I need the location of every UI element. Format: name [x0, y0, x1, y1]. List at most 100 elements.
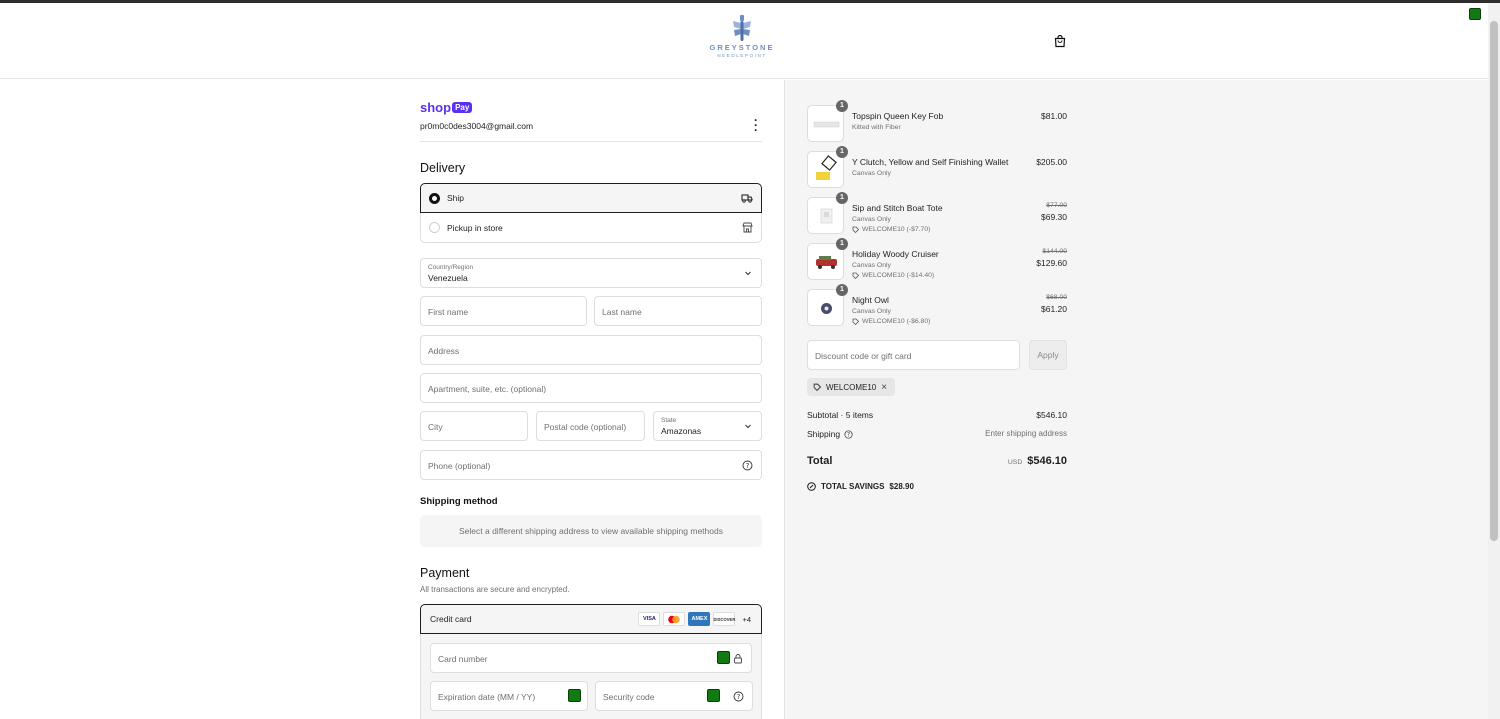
country-select[interactable]: Country/Region Venezuela	[420, 258, 762, 288]
state-select[interactable]: State Amazonas	[653, 411, 762, 441]
first-name-placeholder: First name	[428, 307, 469, 317]
item-variant: Canvas Only	[852, 308, 891, 315]
credit-card-option[interactable]: Credit card VISA AMEX DISCOVER +4	[420, 604, 762, 634]
item-price: $205.00	[1036, 157, 1067, 167]
shipping-label: Shipping	[807, 429, 841, 439]
remove-discount-icon[interactable]: ×	[881, 382, 887, 393]
lock-icon	[734, 654, 742, 664]
shipping-method-notice: Select a different shipping address to v…	[420, 515, 762, 547]
tag-icon	[852, 318, 859, 325]
help-icon[interactable]: ?	[742, 460, 753, 471]
item-original-price: $77.00	[1046, 202, 1067, 209]
address-field[interactable]: Address	[420, 335, 762, 365]
address-placeholder: Address	[428, 346, 460, 356]
security-code-placeholder: Security code	[603, 692, 655, 702]
store-icon	[742, 222, 753, 233]
ship-radio[interactable]	[429, 192, 440, 204]
postal-code-field[interactable]: Postal code (optional)	[536, 411, 645, 441]
overlay-marker	[717, 651, 730, 664]
last-name-placeholder: Last name	[602, 307, 642, 317]
item-price: $81.00	[1041, 111, 1067, 121]
last-name-field[interactable]: Last name	[594, 296, 762, 326]
line-item: 1 Topspin Queen Key Fob Kitted with Fibe…	[807, 100, 1069, 143]
overlay-marker	[568, 689, 581, 702]
card-brand-icons: VISA AMEX DISCOVER +4	[638, 612, 751, 626]
delivery-option-pickup[interactable]: Pickup in store	[420, 213, 762, 243]
card-number-placeholder: Card number	[438, 654, 488, 664]
apartment-placeholder: Apartment, suite, etc. (optional)	[428, 384, 547, 394]
payment-subtitle: All transactions are secure and encrypte…	[420, 585, 570, 594]
city-field[interactable]: City	[420, 411, 528, 441]
discount-code-input[interactable]: Discount code or gift card	[807, 340, 1020, 370]
tag-icon	[852, 272, 859, 279]
line-item: 1 Sip and Stitch Boat Tote Canvas Only W…	[807, 192, 1069, 235]
expiration-placeholder: Expiration date (MM / YY)	[438, 692, 536, 702]
page-scrollbar[interactable]	[1488, 3, 1500, 719]
brand-name: GREYSTONE	[709, 43, 775, 52]
postal-code-placeholder: Postal code (optional)	[544, 422, 627, 432]
payment-heading: Payment	[420, 566, 470, 580]
tag-icon	[813, 383, 821, 391]
quantity-badge: 1	[836, 146, 848, 158]
delivery-option-ship[interactable]: Ship	[420, 183, 762, 213]
discount-code-placeholder: Discount code or gift card	[815, 351, 912, 361]
discount-text: WELCOME10 (-$7.70)	[862, 226, 931, 233]
quantity-badge: 1	[836, 100, 848, 112]
expiration-date-field[interactable]: Expiration date (MM / YY)	[430, 681, 588, 711]
quantity-badge: 1	[836, 192, 848, 204]
help-icon[interactable]: ?	[844, 429, 853, 439]
scrollbar-thumb[interactable]	[1490, 21, 1498, 541]
item-price: $69.30	[1041, 212, 1067, 222]
shipping-row: Shipping ?	[807, 429, 853, 439]
total-savings: TOTAL SAVINGS $28.90	[807, 482, 914, 491]
country-label: Country/Region	[428, 264, 474, 271]
first-name-field[interactable]: First name	[420, 296, 587, 326]
apartment-field[interactable]: Apartment, suite, etc. (optional)	[420, 373, 762, 403]
discount-text: WELCOME10 (-$14.40)	[862, 272, 935, 279]
state-label: State	[661, 417, 677, 424]
tag-icon	[852, 226, 859, 233]
pickup-label: Pickup in store	[447, 222, 503, 233]
card-number-field[interactable]: Card number	[430, 643, 752, 673]
apply-button[interactable]: Apply	[1029, 340, 1067, 370]
card-details-panel: Card number Expiration date (MM / YY) Se…	[420, 634, 762, 719]
item-variant: Canvas Only	[852, 262, 891, 269]
brand-subtitle: NEEDLEPOINT	[717, 53, 767, 58]
chevron-down-icon	[745, 424, 751, 429]
shopping-bag-icon[interactable]	[1053, 34, 1067, 48]
currency-code: USD	[1007, 459, 1023, 466]
more-options-icon[interactable]: · · ·	[753, 114, 759, 136]
truck-icon	[741, 194, 753, 203]
phone-placeholder: Phone (optional)	[428, 461, 491, 471]
item-name: Holiday Woody Cruiser	[852, 249, 939, 259]
dragonfly-logo-icon	[733, 15, 751, 41]
more-cards-count: +4	[742, 614, 751, 624]
item-original-price: $68.00	[1046, 294, 1067, 301]
shop-pay-wordmark: shop	[420, 100, 452, 115]
savings-label: TOTAL SAVINGS	[821, 482, 885, 491]
svg-text:?: ?	[746, 462, 750, 470]
line-item: 1 Night Owl Canvas Only WELCOME10 (-$6.8…	[807, 284, 1069, 327]
shipping-value: Enter shipping address	[985, 429, 1067, 438]
phone-field[interactable]: Phone (optional) ?	[420, 450, 762, 480]
item-variant: Canvas Only	[852, 170, 891, 177]
item-discount: WELCOME10 (-$6.80)	[852, 318, 930, 325]
quantity-badge: 1	[836, 238, 848, 250]
country-value: Venezuela	[428, 273, 468, 283]
account-email: pr0m0c0des3004@gmail.com	[420, 121, 534, 131]
total-label: Total	[807, 455, 833, 467]
city-placeholder: City	[428, 422, 443, 432]
greystone-logo[interactable]: GREYSTONE NEEDLEPOINT	[705, 15, 779, 69]
applied-code: WELCOME10	[826, 382, 877, 392]
item-price: $61.20	[1041, 304, 1067, 314]
help-icon[interactable]: ?	[733, 691, 744, 702]
security-code-field[interactable]: Security code ?	[595, 681, 753, 711]
svg-text:?: ?	[737, 693, 741, 701]
visa-icon: VISA	[638, 612, 661, 626]
amex-icon: AMEX	[688, 612, 711, 626]
discover-icon: DISCOVER	[713, 612, 736, 626]
item-discount: WELCOME10 (-$14.40)	[852, 272, 934, 279]
shipping-method-heading: Shipping method	[420, 496, 498, 507]
chevron-down-icon	[745, 271, 751, 276]
pickup-radio[interactable]	[429, 222, 440, 233]
